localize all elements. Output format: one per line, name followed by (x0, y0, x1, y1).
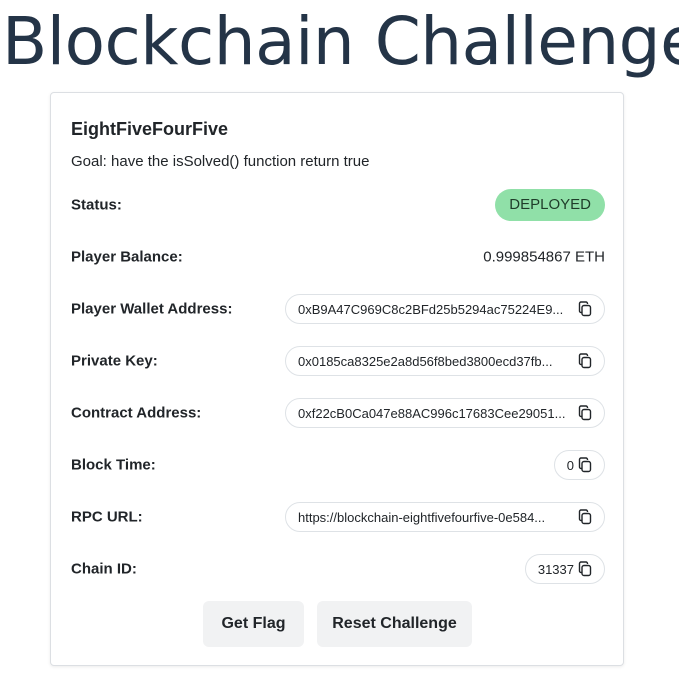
copy-icon (578, 561, 592, 577)
contract-copy-button[interactable]: 0xf22cB0Ca047e88AC996c17683Cee29051... (285, 398, 605, 428)
private-key-label: Private Key: (71, 352, 158, 370)
copy-icon (578, 405, 592, 421)
wallet-label: Player Wallet Address: (71, 300, 233, 318)
rpc-url-row: RPC URL: https://blockchain-eightfivefou… (71, 501, 605, 533)
chain-id-row: Chain ID: 31337 (71, 553, 605, 585)
challenge-goal: Goal: have the isSolved() function retur… (71, 153, 370, 170)
wallet-copy-button[interactable]: 0xB9A47C969C8c2BFd25b5294ac75224E9... (285, 294, 605, 324)
challenge-name: EightFiveFourFive (71, 119, 229, 139)
copy-icon (578, 301, 592, 317)
private-key-row: Private Key: 0x0185ca8325e2a8d56f8bed380… (71, 345, 605, 377)
balance-label: Player Balance: (71, 248, 183, 266)
balance-value: 0.999854867 ETH (483, 248, 605, 266)
contract-row: Contract Address: 0xf22cB0Ca047e88AC996c… (71, 397, 605, 429)
private-key-copy-button[interactable]: 0x0185ca8325e2a8d56f8bed3800ecd37fb... (285, 346, 605, 376)
status-badge: DEPLOYED (495, 189, 605, 221)
rpc-url-value: https://blockchain-eightfivefourfive-0e5… (298, 509, 546, 525)
block-time-label: Block Time: (71, 456, 156, 474)
rpc-url-copy-button[interactable]: https://blockchain-eightfivefourfive-0e5… (285, 502, 605, 532)
copy-icon (578, 509, 592, 525)
block-time-value: 0 (566, 457, 574, 473)
get-flag-button[interactable]: Get Flag (203, 601, 304, 647)
status-row: Status: DEPLOYED (71, 189, 605, 221)
chain-id-copy-button[interactable]: 31337 (524, 554, 605, 584)
block-time-copy-button[interactable]: 0 (553, 450, 605, 480)
wallet-row: Player Wallet Address: 0xB9A47C969C8c2BF… (71, 293, 605, 325)
reset-challenge-button[interactable]: Reset Challenge (317, 601, 472, 647)
rpc-url-label: RPC URL: (71, 508, 143, 526)
status-label: Status: (71, 196, 122, 214)
page-title: Blockchain Challenge (2, 3, 679, 80)
balance-row: Player Balance: 0.999854867 ETH (71, 241, 605, 273)
copy-icon (578, 353, 592, 369)
copy-icon (578, 457, 592, 473)
contract-value: 0xf22cB0Ca047e88AC996c17683Cee29051... (298, 405, 566, 421)
block-time-row: Block Time: 0 (71, 449, 605, 481)
chain-id-value: 31337 (537, 561, 574, 577)
wallet-value: 0xB9A47C969C8c2BFd25b5294ac75224E9... (298, 301, 564, 317)
chain-id-label: Chain ID: (71, 560, 137, 578)
contract-label: Contract Address: (71, 404, 202, 422)
private-key-value: 0x0185ca8325e2a8d56f8bed3800ecd37fb... (298, 353, 553, 369)
challenge-card: EightFiveFourFive Goal: have the isSolve… (50, 92, 624, 666)
